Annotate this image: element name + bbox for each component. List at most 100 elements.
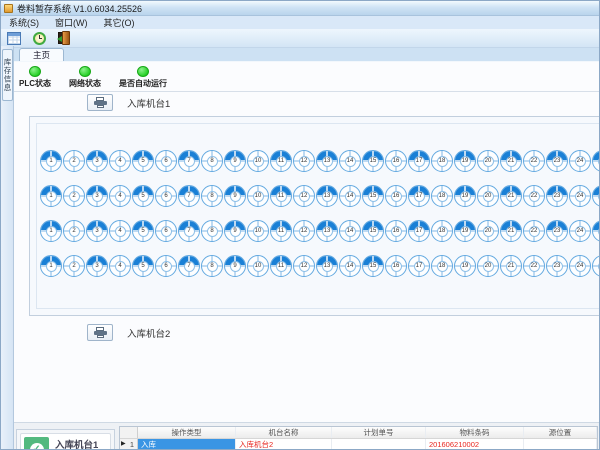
reel-number: 8 bbox=[207, 191, 218, 202]
reel-position: 22 bbox=[523, 255, 545, 277]
reel-position: 16 bbox=[385, 255, 407, 277]
reel-position: 23 bbox=[546, 255, 568, 277]
reel-position: 14 bbox=[339, 220, 361, 242]
status-light: 是否自动运行 bbox=[119, 66, 167, 89]
reel-number: 23 bbox=[552, 226, 563, 237]
status-light-label: 网络状态 bbox=[69, 78, 101, 89]
reel-grid: 1234567891011121314151617181920212223242… bbox=[36, 123, 600, 309]
reel-number: 21 bbox=[506, 226, 517, 237]
reel-number: 14 bbox=[345, 191, 356, 202]
menu-item[interactable]: 系统(S) bbox=[1, 16, 47, 29]
reel-position: 21 bbox=[500, 255, 522, 277]
status-light-circle bbox=[79, 66, 91, 77]
reel-position: 13 bbox=[316, 185, 338, 207]
reel-position: 9 bbox=[224, 150, 246, 172]
reel-number: 4 bbox=[115, 191, 126, 202]
reel-number: 12 bbox=[299, 156, 310, 167]
card-title: 入库机台1 bbox=[55, 437, 98, 450]
reel-position: 17 bbox=[408, 220, 430, 242]
reel-position: 25 bbox=[592, 220, 600, 242]
exit-button[interactable] bbox=[55, 29, 73, 47]
reel-number: 7 bbox=[184, 261, 195, 272]
reel-number: 11 bbox=[276, 226, 287, 237]
reel-number: 20 bbox=[483, 261, 494, 272]
table-cell[interactable]: 201606210002 bbox=[426, 439, 524, 450]
window-title: 卷料暂存系统 V1.0.6034.25526 bbox=[17, 2, 142, 15]
main-content: PLC状态网络状态是否自动运行 入库机台1 123456789101112131… bbox=[1, 62, 600, 450]
reel-number: 14 bbox=[345, 226, 356, 237]
reel-position: 15 bbox=[362, 185, 384, 207]
reel-number: 19 bbox=[460, 226, 471, 237]
printer-output bbox=[97, 335, 104, 338]
machine2-print-button[interactable] bbox=[87, 324, 113, 341]
reel-position: 2 bbox=[63, 220, 85, 242]
column-header[interactable]: 计划单号 bbox=[332, 427, 426, 438]
reel-position: 20 bbox=[477, 255, 499, 277]
reel-number: 1 bbox=[46, 261, 57, 272]
reel-position: 16 bbox=[385, 185, 407, 207]
reel-number: 20 bbox=[483, 191, 494, 202]
reel-number: 7 bbox=[184, 226, 195, 237]
reel-number: 24 bbox=[575, 226, 586, 237]
reel-number: 4 bbox=[115, 226, 126, 237]
reel-position: 21 bbox=[500, 150, 522, 172]
reel-position: 13 bbox=[316, 255, 338, 277]
exit-arrow bbox=[57, 36, 62, 42]
machine1-print-button[interactable] bbox=[87, 94, 113, 111]
reel-position: 20 bbox=[477, 185, 499, 207]
reel-position: 6 bbox=[155, 255, 177, 277]
machine2-header: 入库机台2 bbox=[87, 322, 600, 343]
calendar-button[interactable] bbox=[5, 29, 23, 47]
reel-number: 19 bbox=[460, 156, 471, 167]
reel-number: 6 bbox=[161, 226, 172, 237]
status-light: 网络状态 bbox=[69, 66, 101, 89]
reel-position: 9 bbox=[224, 255, 246, 277]
reel-number: 9 bbox=[230, 156, 241, 167]
reel-position: 16 bbox=[385, 220, 407, 242]
column-header[interactable]: 机台名称 bbox=[236, 427, 332, 438]
check-glyph: ✓ bbox=[30, 443, 44, 450]
reel-position: 4 bbox=[109, 185, 131, 207]
reel-number: 4 bbox=[115, 156, 126, 167]
reel-position: 1 bbox=[40, 255, 62, 277]
menu-item[interactable]: 其它(O) bbox=[96, 16, 143, 29]
table-cell[interactable]: 入库 bbox=[138, 439, 236, 450]
reel-position: 10 bbox=[247, 255, 269, 277]
exit-icon bbox=[57, 31, 72, 45]
reel-number: 22 bbox=[529, 191, 540, 202]
reel-number: 23 bbox=[552, 191, 563, 202]
table-row[interactable]: ▶1入库入库机台2201606210002 bbox=[120, 439, 597, 450]
reel-position: 23 bbox=[546, 150, 568, 172]
reel-position: 13 bbox=[316, 150, 338, 172]
table-cell[interactable]: 入库机台2 bbox=[236, 439, 332, 450]
door bbox=[62, 31, 70, 45]
printer-output bbox=[97, 105, 104, 108]
reel-number: 22 bbox=[529, 156, 540, 167]
reel-number: 15 bbox=[368, 226, 379, 237]
reel-number: 5 bbox=[138, 261, 149, 272]
table-cell[interactable] bbox=[332, 439, 426, 450]
reel-number: 11 bbox=[276, 191, 287, 202]
tab-home[interactable]: 主页 bbox=[19, 48, 64, 61]
reel-position: 17 bbox=[408, 185, 430, 207]
side-panel-tab[interactable]: 库存信息 bbox=[2, 49, 13, 101]
machine-status-card: ✓入库机台1当前有料 bbox=[20, 433, 111, 450]
column-header[interactable]: 操作类型 bbox=[138, 427, 236, 438]
reel-position: 3 bbox=[86, 255, 108, 277]
reel-number: 3 bbox=[92, 191, 103, 202]
task-table: 操作类型机台名称计划单号物料条码源位置▶1入库入库机台2201606210002… bbox=[119, 426, 598, 450]
table-cell[interactable] bbox=[524, 439, 597, 450]
column-header[interactable]: 源位置 bbox=[524, 427, 597, 438]
reel-number: 19 bbox=[460, 261, 471, 272]
column-header[interactable]: 物料条码 bbox=[426, 427, 524, 438]
reel-position: 14 bbox=[339, 185, 361, 207]
reel-number: 24 bbox=[575, 156, 586, 167]
title-bar[interactable]: 卷料暂存系统 V1.0.6034.25526 bbox=[1, 1, 599, 16]
reel-position: 12 bbox=[293, 150, 315, 172]
reel-position: 5 bbox=[132, 150, 154, 172]
clock-button[interactable] bbox=[30, 29, 48, 47]
menu-item[interactable]: 窗口(W) bbox=[47, 16, 96, 29]
reel-position: 12 bbox=[293, 255, 315, 277]
reel-number: 12 bbox=[299, 191, 310, 202]
status-light-label: 是否自动运行 bbox=[119, 78, 167, 89]
